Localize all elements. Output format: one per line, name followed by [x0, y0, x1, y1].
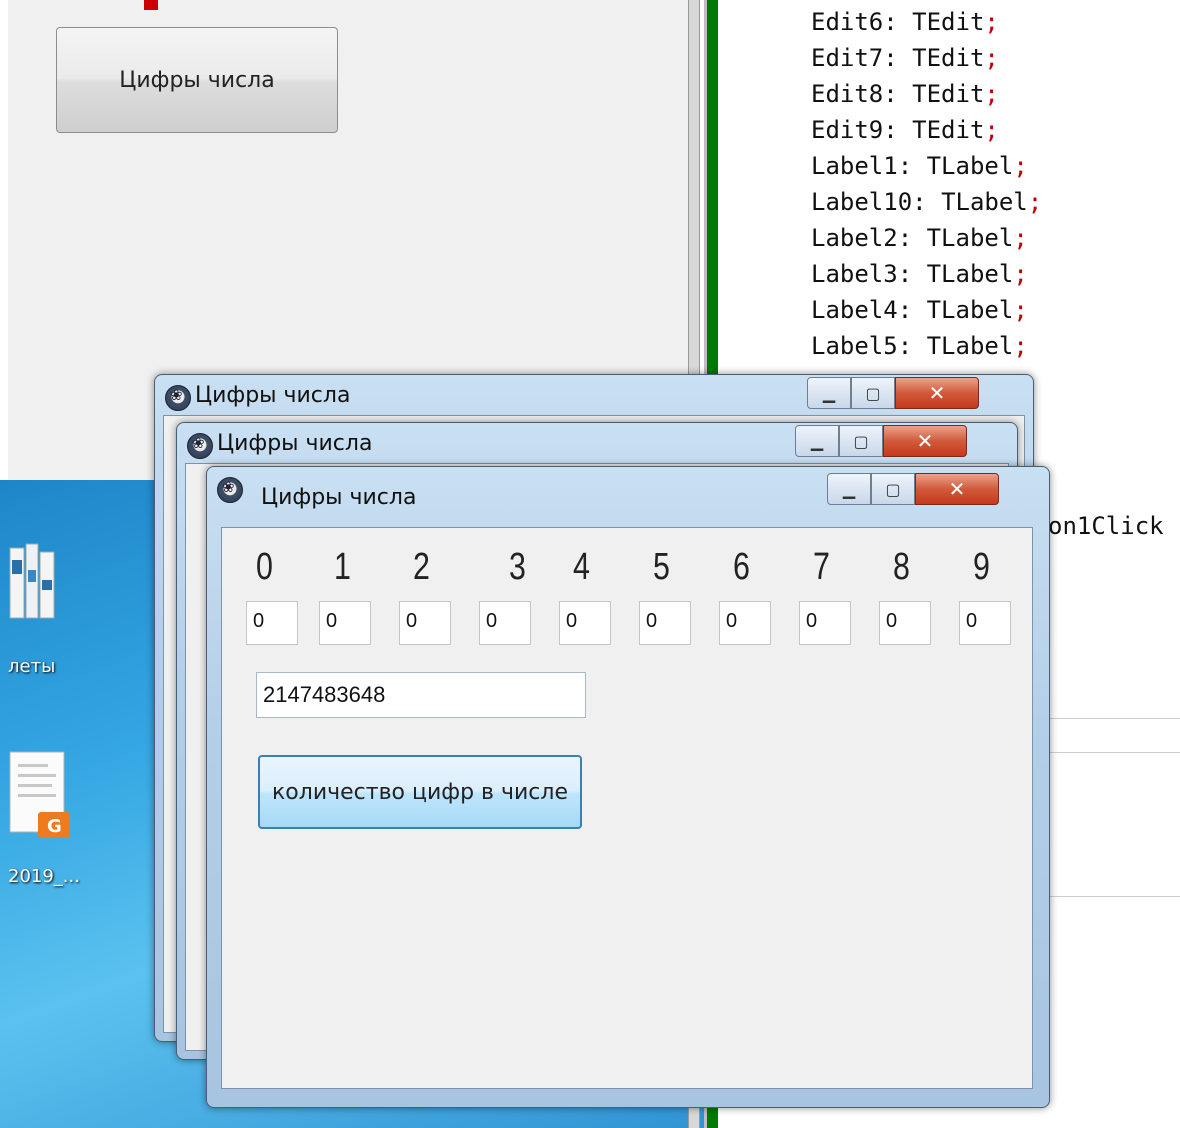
code-line: Label4: TLabel; [811, 296, 1028, 324]
code-line: Label10: TLabel; [811, 188, 1043, 216]
paw-icon [187, 433, 213, 459]
code-line: Label2: TLabel; [811, 224, 1028, 252]
window-controls: ▁ ▢ ✕ [827, 473, 999, 507]
digit-label-3: 3 [509, 546, 526, 588]
code-line: Label5: TLabel; [811, 332, 1028, 360]
background-digits-button[interactable]: Цифры числа [56, 27, 338, 133]
desktop-document-icon[interactable]: G [8, 748, 74, 840]
digit-label-1: 1 [334, 546, 351, 588]
close-button[interactable]: ✕ [883, 425, 967, 457]
digit-count-field-4[interactable]: 0 [559, 601, 611, 645]
digit-label-9: 9 [973, 546, 990, 588]
desktop-icon-label-2: 2019_... [8, 866, 80, 887]
window-title: Цифры числа [195, 383, 351, 408]
red-marker-left [144, 0, 158, 10]
code-line: Edit7: TEdit; [811, 44, 999, 72]
digit-count-field-7[interactable]: 0 [799, 601, 851, 645]
digit-count-field-8[interactable]: 0 [879, 601, 931, 645]
maximize-button[interactable]: ▢ [871, 473, 915, 505]
digit-count-field-1[interactable]: 0 [319, 601, 371, 645]
digit-count-field-9[interactable]: 0 [959, 601, 1011, 645]
svg-text:G: G [47, 816, 62, 837]
code-line-partial: on1Click [1048, 512, 1164, 540]
window-controls: ▁ ▢ ✕ [807, 377, 979, 411]
maximize-button[interactable]: ▢ [851, 377, 895, 409]
digit-count-field-0[interactable]: 0 [246, 601, 298, 645]
paw-icon [217, 477, 243, 503]
maximize-button[interactable]: ▢ [839, 425, 883, 457]
desktop-folder-icon[interactable] [8, 540, 56, 624]
code-line: Edit9: TEdit; [811, 116, 999, 144]
code-line: Edit8: TEdit; [811, 80, 999, 108]
number-input[interactable]: 2147483648 [256, 672, 586, 718]
digit-count-field-3[interactable]: 0 [479, 601, 531, 645]
digit-label-0: 0 [256, 546, 273, 588]
digit-label-2: 2 [413, 546, 430, 588]
digit-count-field-6[interactable]: 0 [719, 601, 771, 645]
digit-count-field-5[interactable]: 0 [639, 601, 691, 645]
desktop-icon-label-1: леты [8, 656, 56, 677]
minimize-button[interactable]: ▁ [795, 425, 839, 457]
window-title: Цифры числа [261, 485, 417, 510]
code-line: Label1: TLabel; [811, 152, 1028, 180]
digit-count-field-2[interactable]: 0 [399, 601, 451, 645]
digit-label-4: 4 [573, 546, 590, 588]
minimize-button[interactable]: ▁ [827, 473, 871, 505]
digit-label-6: 6 [733, 546, 750, 588]
code-line: Edit6: TEdit; [811, 8, 999, 36]
minimize-button[interactable]: ▁ [807, 377, 851, 409]
paw-icon [165, 385, 191, 411]
window-controls: ▁ ▢ ✕ [795, 425, 967, 459]
count-digits-button[interactable]: количество цифр в числе [258, 755, 582, 829]
close-button[interactable]: ✕ [895, 377, 979, 409]
window-title: Цифры числа [217, 431, 373, 456]
code-line: Label3: TLabel; [811, 260, 1028, 288]
digit-label-5: 5 [653, 546, 670, 588]
digit-label-8: 8 [893, 546, 910, 588]
digit-label-7: 7 [813, 546, 830, 588]
close-button[interactable]: ✕ [915, 473, 999, 505]
